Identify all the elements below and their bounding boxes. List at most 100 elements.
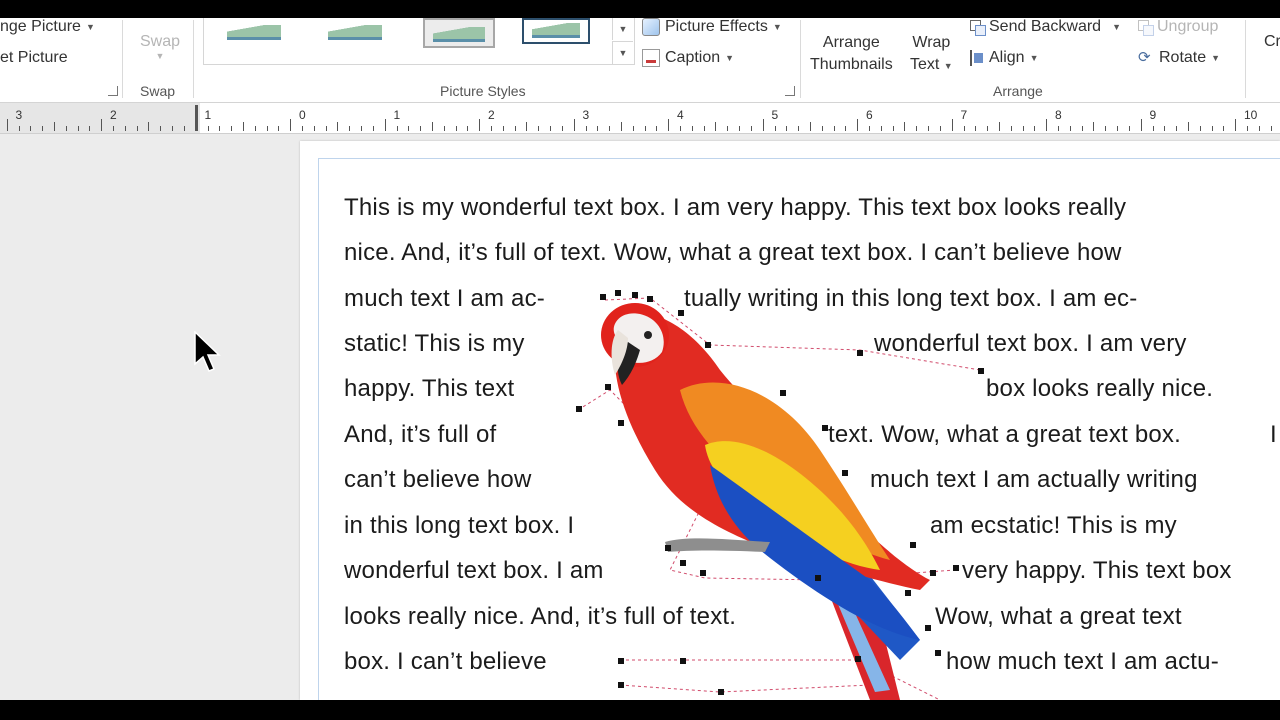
ruler-tick: [786, 126, 788, 131]
ruler-tick: [420, 126, 422, 131]
ruler-tick: [384, 119, 386, 131]
text-line[interactable]: much text I am ac-: [344, 285, 545, 313]
ruler-tick: [892, 126, 894, 131]
reset-picture-button[interactable]: et Picture: [0, 49, 68, 67]
text-line[interactable]: I: [1270, 421, 1277, 449]
rotate-button[interactable]: ⟳ Rotate ▼: [1138, 49, 1220, 67]
ungroup-icon: [1138, 20, 1154, 36]
group-separator: [1245, 20, 1246, 98]
text-line[interactable]: very happy. This text box: [962, 557, 1280, 585]
ungroup-button[interactable]: Ungroup: [1138, 18, 1218, 36]
ruler-tick: [278, 126, 280, 131]
parrot-picture[interactable]: [570, 280, 984, 701]
ruler-tick: [337, 122, 339, 131]
send-backward-button[interactable]: Send Backward ▼: [970, 18, 1121, 36]
picture-effects-button[interactable]: Picture Effects ▼: [642, 18, 782, 36]
horizontal-ruler[interactable]: 3 2 1 0 1 2 3 4 5 6 7 8 9 10: [0, 103, 1280, 134]
ruler-tick: [904, 122, 906, 131]
ruler-tick: [467, 126, 469, 131]
ruler-number: 6: [866, 108, 873, 122]
ruler-tick: [53, 122, 55, 131]
ruler-tick: [408, 126, 410, 131]
text-line[interactable]: box. I can’t believe: [344, 648, 547, 676]
indent-marker[interactable]: [195, 105, 198, 131]
text-line[interactable]: This is my wonderful text box. I am very…: [344, 194, 1126, 222]
ruler-tick: [1140, 119, 1142, 131]
ruler-tick: [869, 126, 870, 131]
picture-styles-group-label: Picture Styles: [440, 83, 526, 99]
text-line[interactable]: can’t believe how: [344, 466, 532, 494]
chevron-down-icon: ▼: [772, 22, 782, 32]
change-picture-label: nge Picture: [0, 18, 81, 35]
align-icon: [970, 50, 984, 66]
ruler-tick: [1022, 126, 1024, 131]
ruler-tick: [361, 126, 363, 131]
align-button[interactable]: Align ▼: [970, 49, 1039, 67]
gallery-more-icon[interactable]: ▼: [612, 41, 633, 64]
dialog-launcher-icon[interactable]: [785, 86, 795, 96]
ruler-number: 1: [204, 108, 212, 122]
ruler-tick: [951, 119, 953, 131]
text-line[interactable]: wonderful text box. I am: [344, 557, 604, 585]
ruler-tick: [703, 126, 705, 131]
ruler-tick: [479, 119, 481, 131]
chevron-down-icon: ▼: [943, 61, 953, 71]
text-line[interactable]: box looks really nice.: [986, 375, 1213, 403]
ruler-tick: [160, 126, 162, 131]
gallery-scroll-down-icon[interactable]: ▼: [612, 18, 633, 40]
picture-style-4[interactable]: [522, 18, 590, 44]
ruler-tick: [183, 126, 185, 131]
crop-button[interactable]: Cr: [1264, 33, 1280, 51]
text-line[interactable]: nice. And, it’s full of text. Wow, what …: [344, 239, 1122, 267]
ruler-tick: [987, 126, 989, 131]
ruler-tick: [6, 119, 8, 131]
ruler-tick: [833, 126, 835, 131]
picture-style-1[interactable]: [219, 18, 289, 44]
ruler-tick: [502, 126, 504, 131]
wrap-text-label-2: Text ▼: [910, 56, 953, 73]
ruler-tick: [18, 126, 20, 131]
chevron-down-icon: ▼: [155, 51, 165, 61]
picture-style-2[interactable]: [320, 18, 390, 44]
text-line[interactable]: how much text I am actu-: [946, 648, 1219, 676]
ruler-tick: [113, 126, 114, 131]
ruler-tick: [727, 126, 729, 131]
ruler-tick: [963, 126, 965, 131]
text-line[interactable]: static! This is my: [344, 330, 525, 358]
mouse-cursor-icon: [194, 331, 221, 372]
rotate-label: Rotate: [1159, 49, 1207, 66]
caption-button[interactable]: Caption ▼: [642, 49, 734, 67]
change-picture-button[interactable]: nge Picture ▼: [0, 18, 95, 36]
ruler-tick: [514, 126, 516, 131]
dialog-launcher-icon[interactable]: [108, 86, 118, 96]
ruler-number: 7: [960, 108, 968, 122]
ruler-tick: [573, 119, 575, 131]
swap-button[interactable]: Swap ▼: [140, 33, 180, 61]
ruler-tick: [1152, 126, 1154, 131]
ruler-tick: [172, 126, 174, 131]
ruler-tick: [644, 126, 646, 131]
send-backward-label: Send Backward: [989, 18, 1102, 35]
ruler-tick: [101, 119, 103, 131]
ruler-tick: [680, 126, 681, 131]
ruler-tick: [1211, 126, 1213, 131]
picture-style-3[interactable]: [423, 18, 495, 48]
ruler-tick: [809, 122, 811, 131]
text-line[interactable]: in this long text box. I: [344, 512, 574, 540]
ruler-number: 2: [488, 108, 495, 122]
wrap-text-button[interactable]: Wrap Text ▼: [910, 32, 953, 77]
text-line[interactable]: happy. This text: [344, 375, 514, 403]
arrange-group-label: Arrange: [993, 83, 1043, 99]
rotate-icon: ⟳: [1138, 49, 1151, 66]
ruler-tick: [1081, 126, 1083, 131]
ruler-number: 10: [1244, 108, 1258, 122]
ruler-number: 9: [1149, 108, 1157, 122]
arrange-thumbnails-button[interactable]: Arrange Thumbnails: [810, 32, 893, 76]
text-line[interactable]: And, it’s full of: [344, 421, 496, 449]
ruler-tick: [491, 126, 492, 131]
text-line[interactable]: Wow, what a great text: [935, 603, 1182, 631]
ruler-tick: [1235, 119, 1237, 131]
ruler-tick: [207, 126, 209, 131]
top-edge: [0, 0, 1280, 18]
ribbon: nge Picture ▼ et Picture Swap ▼ Swap ▼ ▼…: [0, 18, 1280, 103]
